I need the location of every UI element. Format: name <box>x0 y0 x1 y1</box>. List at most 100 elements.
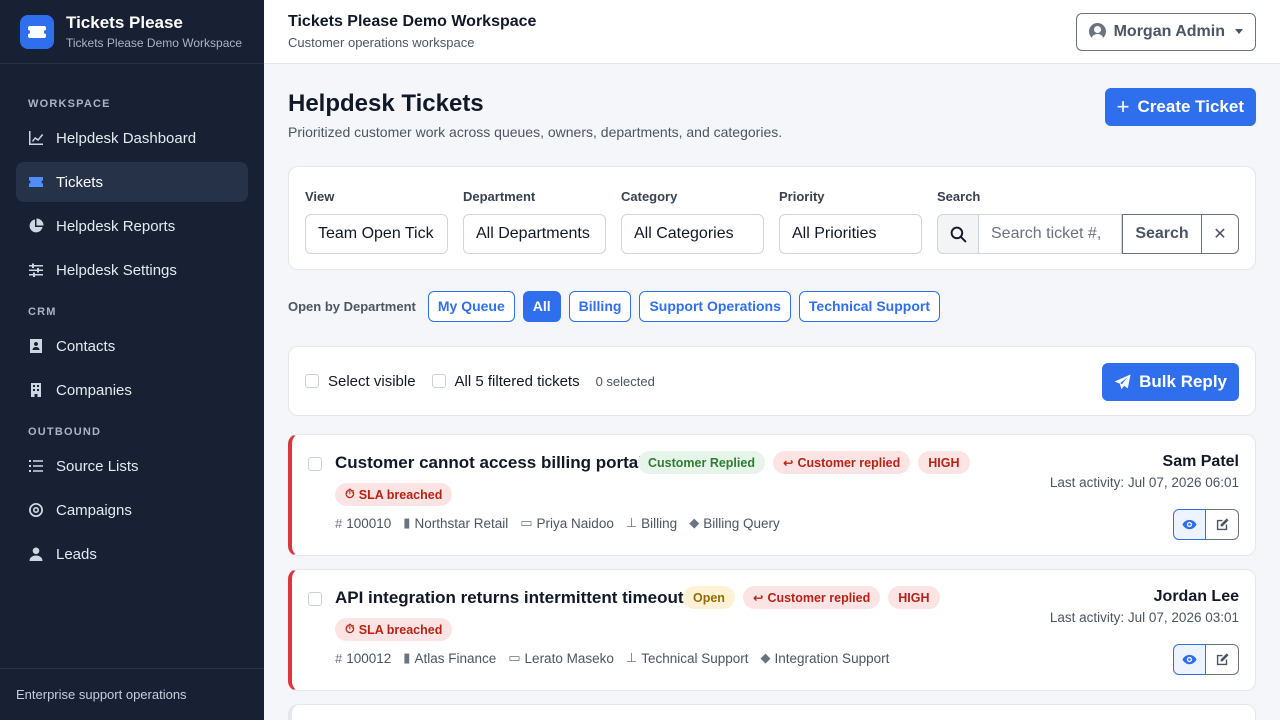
ticket-card[interactable]: API integration returns intermittent tim… <box>288 569 1256 691</box>
ticket-badges: Open ↩ Customer replied HIGH <box>683 586 948 609</box>
department-select[interactable]: All Departments <box>463 214 606 254</box>
selected-count: 0 selected <box>595 373 655 389</box>
nav-section-crm: CRM <box>28 306 57 318</box>
paper-plane-icon <box>1114 374 1131 389</box>
user-name: Morgan Admin <box>1113 22 1225 40</box>
select-visible-checkbox[interactable] <box>305 374 319 388</box>
chart-line-icon <box>28 130 44 146</box>
search-label: Search <box>937 189 981 204</box>
ticket-category: ◆ Integration Support <box>761 650 890 666</box>
clear-search-button[interactable]: ✕ <box>1202 214 1239 254</box>
customer-replied-text: Customer replied <box>797 455 901 470</box>
brand[interactable]: Tickets Please Tickets Please Demo Works… <box>0 0 264 64</box>
sidebar-item-label: Contacts <box>56 337 116 355</box>
ticket-card-partial[interactable] <box>288 704 1256 720</box>
category-filter: Category All Categories <box>621 189 764 254</box>
bulk-reply-label: Bulk Reply <box>1139 372 1227 391</box>
create-ticket-button[interactable]: + Create Ticket <box>1104 88 1256 126</box>
dept-pill-technical-support[interactable]: Technical Support <box>798 290 940 322</box>
ticket-card[interactable]: Customer cannot access billing portal Cu… <box>288 434 1256 556</box>
sidebar-item-helpdesk-reports[interactable]: Helpdesk Reports <box>16 206 248 246</box>
customer-replied-badge: ↩ Customer replied <box>772 451 911 474</box>
sidebar-nav: WORKSPACE Helpdesk Dashboard Tickets Hel… <box>0 64 264 574</box>
sidebar-item-label: Helpdesk Settings <box>56 261 177 279</box>
ticket-department: ⊥ Billing <box>626 515 677 531</box>
edit-ticket-button[interactable] <box>1206 644 1239 675</box>
priority-badge: HIGH <box>918 451 970 474</box>
stopwatch-icon: ⏱ <box>345 487 355 501</box>
user-avatar-icon <box>1088 23 1106 40</box>
sla-container: ⏱ SLA breached <box>335 483 460 506</box>
sidebar-item-helpdesk-settings[interactable]: Helpdesk Settings <box>16 250 248 290</box>
priority-select[interactable]: All Priorities <box>779 214 922 254</box>
ticket-title[interactable]: API integration returns intermittent tim… <box>335 588 684 608</box>
sidebar-item-companies[interactable]: Companies <box>16 370 248 410</box>
view-label: View <box>305 189 335 204</box>
chevron-down-icon <box>1235 29 1243 34</box>
sla-text: SLA breached <box>358 622 443 637</box>
status-badge: Customer Replied <box>638 451 765 474</box>
ticket-category: ◆ Billing Query <box>689 515 780 531</box>
search-filter: Search Search ticket #, Search ✕ <box>937 189 1239 254</box>
ticket-owner: Jordan Lee <box>1153 588 1239 605</box>
view-select[interactable]: Team Open Tick <box>305 214 448 254</box>
target-icon <box>28 502 44 518</box>
dept-pill-billing[interactable]: Billing <box>568 290 632 322</box>
eye-icon <box>1182 519 1197 530</box>
view-filter: View Team Open Tick <box>305 189 448 254</box>
sidebar-item-campaigns[interactable]: Campaigns <box>16 490 248 530</box>
status-badge: Open <box>683 586 735 609</box>
select-all-checkbox[interactable] <box>431 374 446 388</box>
sidebar-item-label: Leads <box>56 545 97 563</box>
user-icon <box>28 546 44 562</box>
ticket-company-value: Northstar Retail <box>414 515 509 531</box>
building-icon: ▮ <box>403 515 411 530</box>
category-label: Category <box>621 189 678 204</box>
dept-pill-support-operations[interactable]: Support Operations <box>639 290 791 322</box>
ticket-logo-icon <box>20 14 54 49</box>
page-header: Helpdesk Tickets Prioritized customer wo… <box>288 64 1256 166</box>
bulk-reply-button[interactable]: Bulk Reply <box>1102 363 1239 401</box>
priority-filter: Priority All Priorities <box>779 189 922 254</box>
sla-container: ⏱ SLA breached <box>335 618 460 641</box>
id-card-icon: ▭ <box>508 650 521 665</box>
dept-pill-all[interactable]: All <box>522 290 561 322</box>
search-icon <box>937 214 979 254</box>
view-ticket-button[interactable] <box>1173 509 1206 540</box>
ticket-contact: ▭ Priya Naidoo <box>520 515 614 531</box>
ticket-checkbox[interactable] <box>308 457 322 471</box>
ticket-category-value: Integration Support <box>774 650 890 666</box>
category-select[interactable]: All Categories <box>621 214 764 254</box>
select-visible-label: Select visible <box>328 372 416 390</box>
ticket-owner: Sam Patel <box>1162 453 1239 470</box>
ticket-contact-value: Lerato Maseko <box>524 650 614 666</box>
list-icon <box>28 458 44 474</box>
search-input[interactable]: Search ticket #, <box>979 214 1122 254</box>
sidebar-footer: Enterprise support operations <box>0 668 264 720</box>
sidebar-item-leads[interactable]: Leads <box>16 534 248 574</box>
sla-text: SLA breached <box>358 487 443 502</box>
ticket-contact-value: Priya Naidoo <box>536 515 614 531</box>
ticket-checkbox[interactable] <box>308 592 322 606</box>
ticket-id: #100012 <box>335 650 391 666</box>
priority-badge: HIGH <box>888 586 940 609</box>
sidebar: Tickets Please Tickets Please Demo Works… <box>0 0 264 720</box>
user-menu-button[interactable]: Morgan Admin <box>1075 12 1256 51</box>
sidebar-item-label: Helpdesk Dashboard <box>56 129 197 147</box>
edit-ticket-button[interactable] <box>1206 509 1239 540</box>
ticket-title[interactable]: Customer cannot access billing portal <box>335 453 643 473</box>
ticket-badges: Customer Replied ↩ Customer replied HIGH <box>638 451 978 474</box>
ticket-company-value: Atlas Finance <box>414 650 497 666</box>
sliders-icon <box>28 262 44 278</box>
sidebar-item-helpdesk-dashboard[interactable]: Helpdesk Dashboard <box>16 118 248 158</box>
sidebar-item-contacts[interactable]: Contacts <box>16 326 248 366</box>
department-label: Department <box>463 189 536 204</box>
view-ticket-button[interactable] <box>1173 644 1206 675</box>
sidebar-item-tickets[interactable]: Tickets <box>16 162 248 202</box>
ticket-id-value: 100012 <box>346 650 392 666</box>
select-all-label: All 5 filtered tickets <box>454 372 580 390</box>
dept-pill-my-queue[interactable]: My Queue <box>427 290 515 322</box>
sidebar-item-source-lists[interactable]: Source Lists <box>16 446 248 486</box>
search-button[interactable]: Search <box>1122 214 1202 254</box>
page-title: Helpdesk Tickets <box>288 90 484 117</box>
